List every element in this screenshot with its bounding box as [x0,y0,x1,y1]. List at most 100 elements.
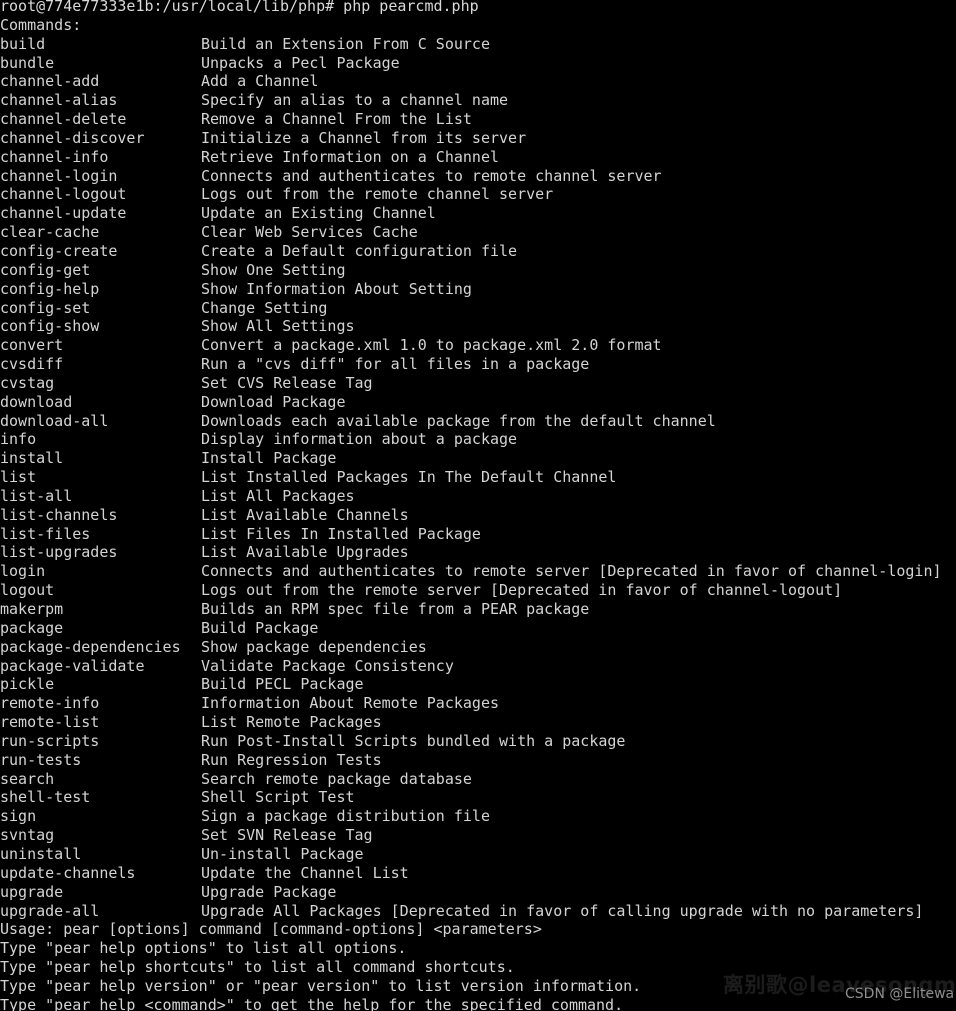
command-row: build Build an Extension From C Source [0,35,956,54]
usage-line: Type "pear help options" to list all opt… [0,939,407,958]
command-row: channel-update Update an Existing Channel [0,204,956,223]
command-description: Clear Web Services Cache [201,223,418,242]
command-description: Run a "cvs diff" for all files in a pack… [201,355,590,374]
command-row: clear-cache Clear Web Services Cache [0,223,956,242]
command-description: Logs out from the remote server [Depreca… [201,581,843,600]
command-name: pickle [0,675,55,694]
command-row: bundle Unpacks a Pecl Package [0,54,956,73]
command-description: List Available Upgrades [201,543,409,562]
command-name: package-validate [0,656,145,675]
command-name: clear-cache [0,223,100,242]
command-description: List Installed Packages In The Default C… [201,468,617,487]
command-row: upgrade-all Upgrade All Packages [Depreca… [0,902,956,921]
command-description: Information About Remote Packages [201,694,500,713]
command-description: Upgrade Package [201,882,337,901]
command-description: Run Regression Tests [201,750,382,769]
command-name: channel-delete [0,110,127,129]
command-description: Create a Default configuration file [201,241,518,260]
command-description: List Files In Installed Package [201,524,481,543]
command-row: search Search remote package database [0,770,956,789]
command-name: channel-add [0,72,100,91]
command-row: list List Installed Packages In The Defau… [0,468,956,487]
command-name: convert [0,336,64,355]
command-row: channel-add Add a Channel [0,72,956,91]
command-row: channel-delete Remove a Channel From the … [0,110,956,129]
command-row: cvstag Set CVS Release Tag [0,374,956,393]
command-row: channel-login Connects and authenticates … [0,167,956,186]
command-description: Build an Extension From C Source [201,34,490,53]
command-row: config-help Show Information About Settin… [0,280,956,299]
command-row: package Build Package [0,619,956,638]
command-row: login Connects and authenticates to remot… [0,562,956,581]
command-name: config-set [0,298,91,317]
command-description: Add a Channel [201,72,319,91]
command-row: download Download Package [0,393,956,412]
command-name: package [0,618,64,637]
command-row: install Install Package [0,449,956,468]
command-name: remote-list [0,713,100,732]
command-description: Logs out from the remote channel server [201,185,554,204]
command-description: Show Information About Setting [201,279,472,298]
command-description: Initialize a Channel from its server [201,128,527,147]
command-row: channel-info Retrieve Information on a Ch… [0,148,956,167]
command-name: config-create [0,241,118,260]
command-description: Show package dependencies [201,637,427,656]
command-row: update-channels Update the Channel List [0,864,956,883]
command-row: list-upgrades List Available Upgrades [0,543,956,562]
command-name: upgrade-all [0,901,100,920]
command-row: shell-test Shell Script Test [0,788,956,807]
command-description: List Remote Packages [201,713,382,732]
terminal-screen: root@774e77333e1b:/usr/local/lib/php# ph… [0,0,956,1011]
command-row: list-channels List Available Channels [0,506,956,525]
command-name: cvstag [0,373,55,392]
command-row: uninstall Un-install Package [0,845,956,864]
command-row: makerpm Builds an RPM spec file from a PE… [0,600,956,619]
command-description: Unpacks a Pecl Package [201,53,400,72]
command-name: cvsdiff [0,355,64,374]
command-name: update-channels [0,863,136,882]
usage-line: Type "pear help <command>" to get the he… [0,995,624,1011]
command-description: Build PECL Package [201,675,364,694]
command-description: Run Post-Install Scripts bundled with a … [201,731,626,750]
command-description: Connects and authenticates to remote ser… [201,562,942,581]
command-row: logout Logs out from the remote server [D… [0,581,956,600]
command-row: package-validate Validate Package Consist… [0,657,956,676]
command-name: svntag [0,826,55,845]
command-row: package-dependencies Show package depende… [0,638,956,657]
command-name: package-dependencies [0,637,181,656]
command-name: remote-info [0,694,100,713]
command-row: run-tests Run Regression Tests [0,751,956,770]
command-row: info Display information about a package [0,430,956,449]
command-name: list-upgrades [0,543,118,562]
command-description: Change Setting [201,298,328,317]
command-description: Retrieve Information on a Channel [201,147,500,166]
command-description: Update an Existing Channel [201,204,436,223]
usage-line: Type "pear help version" or "pear versio… [0,976,642,995]
command-name: upgrade [0,882,64,901]
command-row: remote-list List Remote Packages [0,713,956,732]
command-name: channel-discover [0,128,145,147]
command-name: bundle [0,53,55,72]
command-name: list-files [0,524,91,543]
command-row: pickle Build PECL Package [0,675,956,694]
command-name: search [0,769,55,788]
command-description: Install Package [201,449,337,468]
command-name: build [0,34,46,53]
shell-prompt-line: root@774e77333e1b:/usr/local/lib/php# ph… [0,0,479,15]
command-name: list [0,468,37,487]
command-name: makerpm [0,600,64,618]
command-name: channel-update [0,204,127,223]
command-name: run-tests [0,750,82,769]
command-name: uninstall [0,844,82,863]
commands-header: Commands: [0,15,82,34]
command-name: channel-alias [0,91,118,110]
command-description: Builds an RPM spec file from a PEAR pack… [201,600,590,618]
terminal-window[interactable]: root@774e77333e1b:/usr/local/lib/php# ph… [0,0,956,1011]
command-name: channel-login [0,166,118,185]
command-row: channel-discover Initialize a Channel fro… [0,129,956,148]
command-row: list-files List Files In Installed Packag… [0,525,956,544]
usage-footer: Usage: pear [options] command [command-o… [0,920,956,1011]
command-description: Update the Channel List [201,863,409,882]
command-description: Set CVS Release Tag [201,373,373,392]
command-description: Un-install Package [201,844,364,863]
